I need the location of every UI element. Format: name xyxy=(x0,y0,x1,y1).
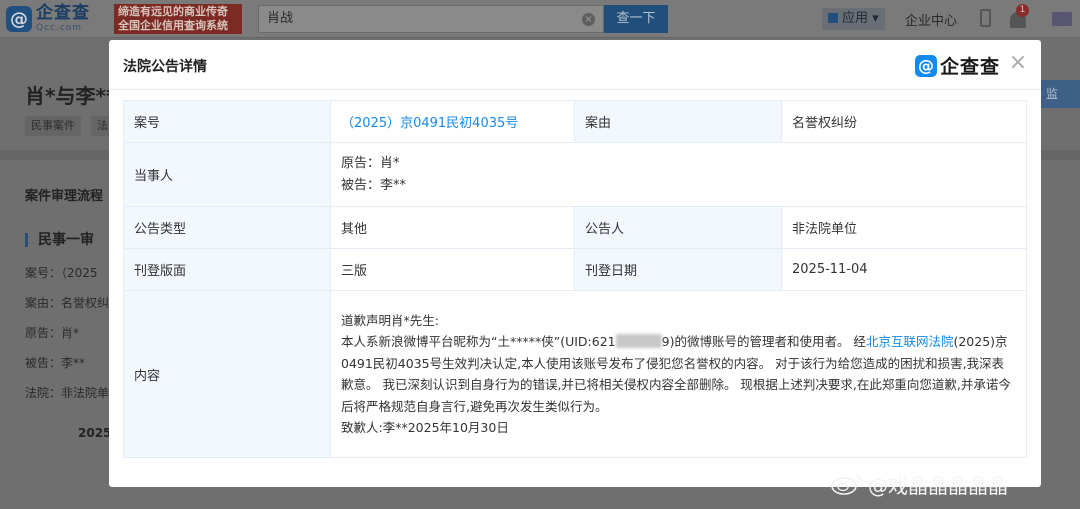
dialog-logo-text: 企查查 xyxy=(940,56,1001,78)
redacted-block xyxy=(615,334,662,348)
bg-year: 2025 xyxy=(78,426,112,440)
cause-label: 案由 xyxy=(574,100,782,143)
announcer-label: 公告人 xyxy=(574,206,782,249)
slogan-banner: 缔造有远见的商业传奇 全国企业信用查询系统 xyxy=(114,4,242,34)
grid-icon xyxy=(828,13,838,23)
section-title: 案件审理流程 xyxy=(25,189,104,204)
search-button[interactable]: 查一下 xyxy=(604,5,668,33)
message-icon[interactable] xyxy=(1052,12,1072,26)
type-value: 其他 xyxy=(330,206,575,249)
close-icon[interactable]: × xyxy=(1008,52,1028,74)
announcer-value: 非法院单位 xyxy=(781,206,1027,249)
content-value: 道歉声明肖*先生: 本人系新浪微博平台昵称为“土*****侠”(UID:621 9… xyxy=(330,290,1027,458)
tag-civil-case: 民事案件 xyxy=(25,116,81,136)
top-navigation-bar: @ 企查查 Qcc.com 缔造有远见的商业传奇 全国企业信用查询系统 肖战 ×… xyxy=(0,0,1080,38)
date-value: 2025-11-04 xyxy=(781,248,1027,291)
dialog-title: 法院公告详情 xyxy=(123,59,207,75)
qcc-logo-icon: @ xyxy=(6,6,32,32)
qcc-logo[interactable]: @ 企查查 Qcc.com xyxy=(6,4,110,34)
page-label: 刊登版面 xyxy=(123,248,331,291)
plaintiff: 原告：肖* xyxy=(341,155,400,171)
page-title: 肖*与李** xyxy=(25,84,117,108)
search-input[interactable]: 肖战 xyxy=(267,6,293,32)
app-menu-button[interactable]: 应用 ▾ xyxy=(822,8,885,30)
logo-name: 企查查 xyxy=(36,3,90,23)
dialog-header: 法院公告详情 @ 企查查 × xyxy=(109,40,1041,90)
search-box[interactable]: 肖战 × xyxy=(258,5,604,33)
table-row: 刊登版面 三版 刊登日期 2025-11-04 xyxy=(123,248,1027,291)
page-value: 三版 xyxy=(330,248,575,291)
table-row: 当事人 原告：肖* 被告：李** xyxy=(123,142,1027,207)
notification-badge: 1 xyxy=(1016,4,1029,17)
bg-plaintiff: 原告：肖* xyxy=(25,326,80,340)
table-row: 案号 （2025）京0491民初4035号 案由 名誉权纠纷 xyxy=(123,100,1027,143)
weibo-icon xyxy=(831,475,862,495)
dialog-logo: @ 企查查 xyxy=(915,52,1000,79)
sub-title: 民事一审 xyxy=(25,233,94,247)
court-announcement-dialog: 法院公告详情 @ 企查查 × 案号 （2025）京0491民初4035号 案由 … xyxy=(109,40,1041,487)
content-label: 内容 xyxy=(123,290,331,458)
qcc-logo-icon: @ xyxy=(915,54,937,77)
bg-court: 法院：非法院单 xyxy=(25,386,110,400)
phone-icon[interactable] xyxy=(980,9,991,27)
defendant: 被告：李** xyxy=(341,177,407,193)
announcement-detail-table: 案号 （2025）京0491民初4035号 案由 名誉权纠纷 当事人 原告：肖*… xyxy=(123,100,1027,458)
bg-case-no: 案号：（2025 xyxy=(25,266,98,280)
court-link[interactable]: 北京互联网法院 xyxy=(866,334,954,349)
case-no-link[interactable]: （2025）京0491民初4035号 xyxy=(341,116,518,131)
table-row: 公告类型 其他 公告人 非法院单位 xyxy=(123,206,1027,249)
bg-cause: 案由：名誉权纠 xyxy=(25,296,110,310)
enterprise-center-link[interactable]: 企业中心 xyxy=(905,10,957,29)
date-label: 刊登日期 xyxy=(574,248,782,291)
logo-domain: Qcc.com xyxy=(36,23,83,33)
apology-text: 道歉声明肖*先生: 本人系新浪微博平台昵称为“土*****侠”(UID:621 9… xyxy=(341,312,1011,436)
watermark-text: @戏晶晶晶晶晶 xyxy=(868,473,1008,498)
weibo-watermark: @戏晶晶晶晶晶 xyxy=(830,470,1008,498)
monitor-button[interactable]: 监 xyxy=(1040,80,1080,108)
parties-label: 当事人 xyxy=(123,142,331,207)
bg-defendant: 被告：李** xyxy=(25,356,86,370)
table-row: 内容 道歉声明肖*先生: 本人系新浪微博平台昵称为“土*****侠”(UID:6… xyxy=(123,290,1027,458)
case-no-label: 案号 xyxy=(123,100,331,143)
case-no-value: （2025）京0491民初4035号 xyxy=(330,100,575,143)
type-label: 公告类型 xyxy=(123,206,331,249)
cause-value: 名誉权纠纷 xyxy=(781,100,1027,143)
parties-value: 原告：肖* 被告：李** xyxy=(330,142,1027,207)
clear-icon[interactable]: × xyxy=(582,13,595,26)
